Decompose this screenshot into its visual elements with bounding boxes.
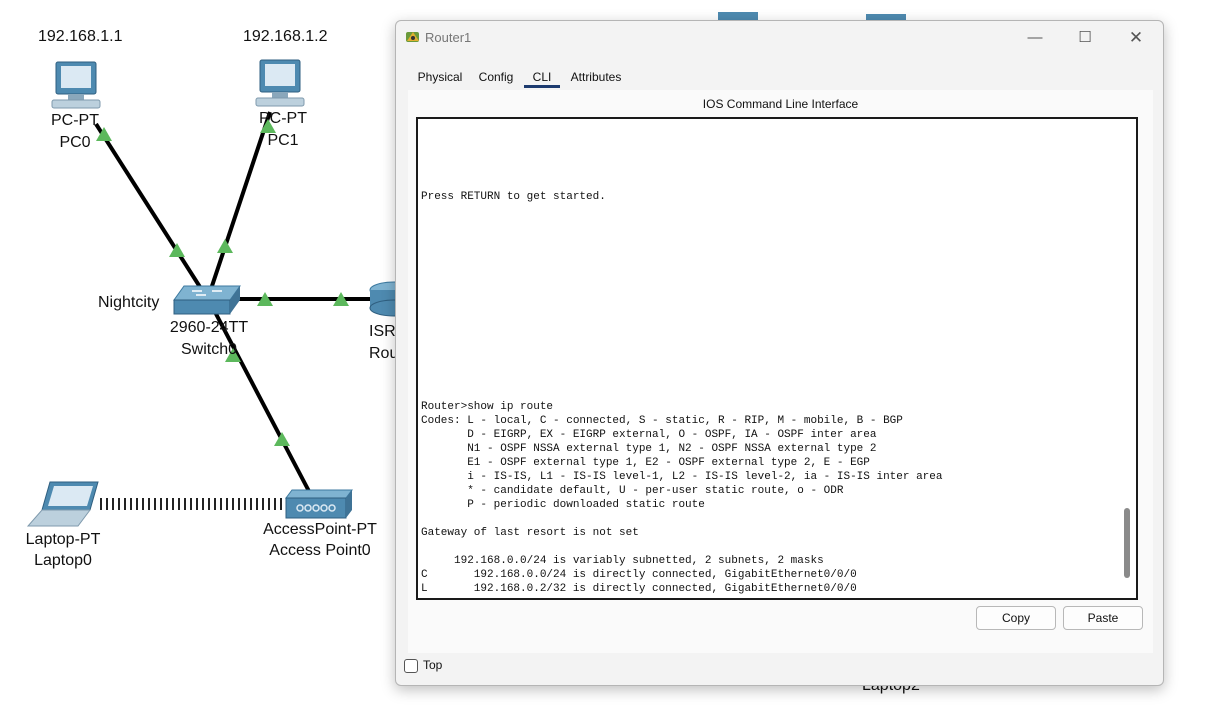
cli-terminal[interactable]: Press RETURN to get started. Router>show…: [416, 117, 1138, 600]
laptop0-name-label: Laptop0: [34, 552, 92, 569]
maximize-button[interactable]: ☐: [1073, 27, 1097, 49]
laptop0-icon[interactable]: [26, 481, 99, 527]
pc1-name-label: PC1: [267, 132, 299, 149]
pc0-icon[interactable]: [51, 61, 101, 109]
laptop0-type-label: Laptop-PT: [25, 531, 101, 548]
switch0-icon[interactable]: [173, 285, 241, 315]
packet-tracer-app-icon: [406, 32, 419, 42]
pc1-icon[interactable]: [255, 59, 305, 107]
paste-button[interactable]: Paste: [1063, 606, 1143, 630]
link-status-indicators: [96, 119, 349, 446]
pc0-type-label: PC-PT: [51, 112, 99, 129]
link-up-indicator: [274, 432, 290, 446]
terminal-output[interactable]: Press RETURN to get started. Router>show…: [421, 120, 943, 598]
accesspoint0-type-label: AccessPoint-PT: [263, 521, 377, 538]
pc0-name-label: PC0: [59, 134, 91, 151]
accesspoint0-name-label: Access Point0: [269, 542, 371, 559]
pc1-type-label: PC-PT: [259, 110, 307, 127]
window-title: Router1: [425, 30, 472, 45]
router-type-label: ISR: [369, 323, 396, 340]
minimize-button[interactable]: —: [1023, 27, 1047, 49]
close-button[interactable]: ✕: [1124, 27, 1148, 49]
pc1-ip-label: 192.168.1.2: [237, 26, 334, 48]
switch0-name-label: Switch0: [180, 341, 238, 358]
terminal-scrollbar[interactable]: [1122, 121, 1132, 593]
cli-heading: IOS Command Line Interface: [702, 97, 859, 111]
tab-cli[interactable]: CLI: [524, 67, 560, 88]
tab-attributes[interactable]: Attributes: [570, 67, 622, 87]
top-checkbox[interactable]: [404, 659, 418, 673]
switch0-hostname-label: Nightcity: [98, 294, 160, 311]
link-up-indicator: [217, 239, 233, 253]
link-pc0-switch0[interactable]: [94, 122, 209, 300]
router-name-label: Rou: [369, 345, 399, 362]
pc0-ip-label: 192.168.1.1: [32, 26, 129, 48]
top-checkbox-label: Top: [423, 658, 443, 672]
window-titlebar[interactable]: Router1 — ☐ ✕: [396, 21, 1163, 55]
copy-button[interactable]: Copy: [976, 606, 1056, 630]
tab-config[interactable]: Config: [476, 67, 516, 87]
tab-physical[interactable]: Physical: [416, 67, 464, 87]
router1-window[interactable]: Router1 — ☐ ✕ Physical Config CLI Attrib…: [395, 20, 1164, 686]
terminal-scrollbar-thumb[interactable]: [1124, 508, 1130, 578]
cli-panel: IOS Command Line Interface Press RETURN …: [408, 90, 1153, 653]
accesspoint0-icon[interactable]: [285, 489, 353, 519]
switch0-type-label: 2960-24TT: [169, 319, 249, 336]
